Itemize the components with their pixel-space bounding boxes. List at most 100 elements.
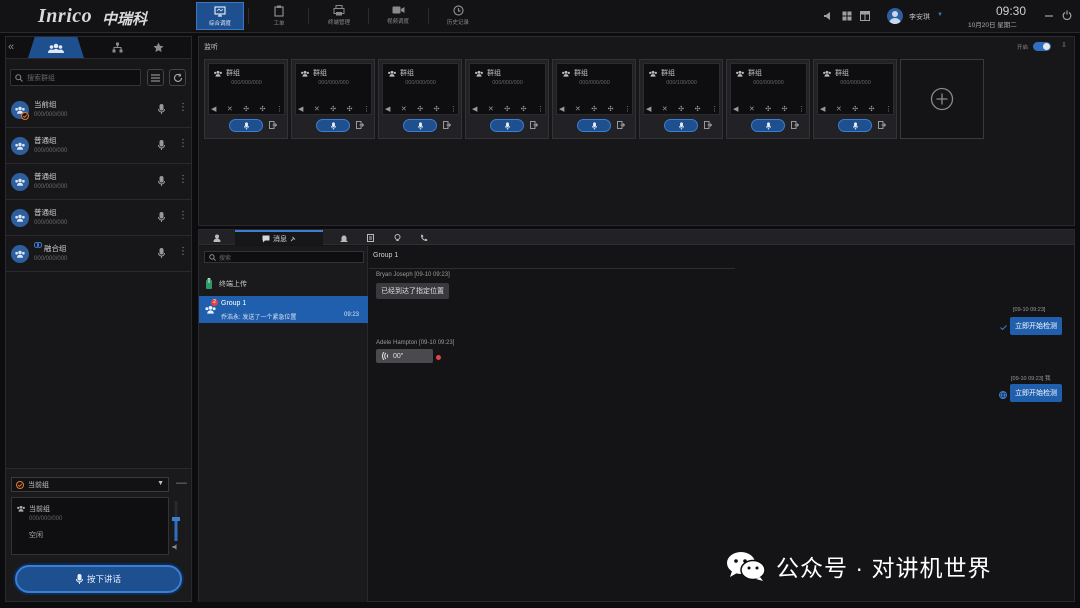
card-talk-button[interactable] — [229, 119, 263, 132]
speaker-mute-icon[interactable]: ◀ — [472, 105, 477, 113]
power-icon[interactable] — [1062, 10, 1072, 20]
layout-icon[interactable] — [860, 11, 870, 21]
message-bubble[interactable]: 已经到达了指定位置 — [376, 283, 449, 299]
nav-tab-history[interactable]: 历史记录 — [434, 2, 482, 30]
nav-tab-workorder[interactable]: 工单 — [255, 2, 303, 30]
move-icon[interactable]: ✣ — [434, 105, 440, 113]
user-avatar[interactable] — [887, 8, 903, 24]
exit-icon[interactable] — [878, 121, 886, 129]
tab-groups[interactable] — [28, 37, 84, 58]
message-bubble[interactable]: 立即开始检测 — [1010, 317, 1062, 335]
more-icon[interactable]: ⋮ — [537, 105, 544, 113]
speaker-mute-icon[interactable]: ◀ — [646, 105, 651, 113]
push-to-talk-button[interactable]: 按下讲话 — [15, 565, 182, 593]
move-icon[interactable]: ✣ — [695, 105, 701, 113]
speaker-mute-icon[interactable]: ◀ — [385, 105, 390, 113]
more-icon[interactable]: ⋮ — [798, 105, 805, 113]
move-icon[interactable]: ✣ — [678, 105, 684, 113]
username[interactable]: 李安琪 — [909, 12, 930, 22]
mute-icon[interactable]: ✕ — [314, 105, 320, 113]
tab-messages[interactable]: 消息 — [235, 230, 323, 245]
card-talk-button[interactable] — [664, 119, 698, 132]
more-icon[interactable]: ⋮ — [363, 105, 370, 113]
speaker-mute-icon[interactable]: ◀ — [820, 105, 825, 113]
more-icon[interactable]: ⋮ — [276, 105, 283, 113]
more-icon[interactable]: ⋮ — [711, 105, 718, 113]
microphone-icon[interactable] — [158, 248, 165, 258]
message-bubble[interactable]: 立即开始检测 — [1010, 384, 1062, 402]
monitor-card[interactable]: 群组 000/000/000 ◀ ✕ ✣ ✣ ⋮ — [378, 59, 462, 139]
move-icon[interactable]: ✣ — [330, 105, 336, 113]
move-icon[interactable]: ✣ — [521, 105, 527, 113]
card-talk-button[interactable] — [577, 119, 611, 132]
more-icon[interactable]: ⋮ — [178, 247, 188, 257]
microphone-icon[interactable] — [158, 212, 165, 222]
move-icon[interactable]: ✣ — [852, 105, 858, 113]
group-item-normal-2[interactable]: 普通组 000/000/000 ⋮ — [6, 164, 191, 200]
card-talk-button[interactable] — [316, 119, 350, 132]
move-icon[interactable]: ✣ — [243, 105, 249, 113]
move-icon[interactable]: ✣ — [765, 105, 771, 113]
exit-icon[interactable] — [704, 121, 712, 129]
monitor-card[interactable]: 群组 000/000/000 ◀ ✕ ✣ ✣ ⋮ — [813, 59, 897, 139]
move-icon[interactable]: ✣ — [417, 105, 423, 113]
minimize-icon[interactable] — [1045, 12, 1053, 20]
exit-icon[interactable] — [356, 121, 364, 129]
monitor-card[interactable]: 群组 000/000/000 ◀ ✕ ✣ ✣ ⋮ — [204, 59, 288, 139]
more-icon[interactable]: ⋮ — [885, 105, 892, 113]
mute-icon[interactable]: ✕ — [488, 105, 494, 113]
mute-icon[interactable]: ✕ — [401, 105, 407, 113]
exit-icon[interactable] — [791, 121, 799, 129]
volume-slider[interactable] — [171, 499, 181, 553]
microphone-icon[interactable] — [158, 104, 165, 114]
tab-calls[interactable] — [417, 230, 431, 245]
mute-icon[interactable]: ✕ — [227, 105, 233, 113]
tab-notes[interactable] — [363, 230, 377, 245]
move-icon[interactable]: ✣ — [608, 105, 614, 113]
group-search-input[interactable]: 搜索群组 — [10, 69, 141, 86]
mute-icon[interactable]: ✕ — [575, 105, 581, 113]
conversation-group-1[interactable]: 2 Group 1 乔浩永: 发送了一个紧急位置 09:23 — [199, 296, 368, 323]
monitor-toggle[interactable] — [1033, 42, 1051, 51]
card-talk-button[interactable] — [751, 119, 785, 132]
ptt-group-select[interactable]: 当前组 ▼ — [11, 477, 169, 492]
move-icon[interactable]: ✣ — [591, 105, 597, 113]
chevron-down-icon[interactable]: ▼ — [937, 12, 943, 18]
card-talk-button[interactable] — [403, 119, 437, 132]
more-icon[interactable]: ⋮ — [178, 139, 188, 149]
move-icon[interactable]: ✣ — [504, 105, 510, 113]
nav-tab-video[interactable]: 视频调度 — [374, 2, 422, 30]
move-icon[interactable]: ✣ — [782, 105, 788, 113]
nav-tab-dispatch[interactable]: 综合调度 — [196, 2, 244, 30]
microphone-icon[interactable] — [158, 140, 165, 150]
collapse-ptt-icon[interactable]: — — [176, 477, 187, 489]
terminal-upload-item[interactable]: 终端上传 — [205, 278, 247, 289]
mute-icon[interactable]: ✕ — [749, 105, 755, 113]
move-icon[interactable]: ✣ — [260, 105, 266, 113]
refresh-button[interactable] — [169, 69, 186, 86]
nav-tab-terminal[interactable]: 终端管理 — [315, 2, 363, 30]
speaker-mute-icon[interactable]: ◀ — [559, 105, 564, 113]
grid-icon[interactable] — [842, 11, 852, 21]
card-talk-button[interactable] — [838, 119, 872, 132]
group-item-normal-1[interactable]: 普通组 000/000/000 ⋮ — [6, 128, 191, 164]
monitor-card[interactable]: 群组 000/000/000 ◀ ✕ ✣ ✣ ⋮ — [291, 59, 375, 139]
exit-icon[interactable] — [530, 121, 538, 129]
move-icon[interactable]: ✣ — [347, 105, 353, 113]
pin-icon[interactable]: ⇩ — [1061, 41, 1067, 49]
exit-icon[interactable] — [269, 121, 277, 129]
exit-icon[interactable] — [443, 121, 451, 129]
speaker-mute-icon[interactable]: ◀ — [733, 105, 738, 113]
org-tree-icon[interactable] — [112, 42, 123, 53]
monitor-card[interactable]: 群组 000/000/000 ◀ ✕ ✣ ✣ ⋮ — [726, 59, 810, 139]
group-item-fusion[interactable]: 融合组 000/000/000 ⋮ — [6, 236, 191, 272]
voice-message[interactable]: 00" — [376, 349, 433, 363]
speaker-mute-icon[interactable]: ◀ — [211, 105, 216, 113]
mute-icon[interactable]: ✕ — [662, 105, 668, 113]
tab-location[interactable] — [390, 230, 404, 245]
more-icon[interactable]: ⋮ — [624, 105, 631, 113]
microphone-icon[interactable] — [158, 176, 165, 186]
monitor-card[interactable]: 群组 000/000/000 ◀ ✕ ✣ ✣ ⋮ — [465, 59, 549, 139]
more-icon[interactable]: ⋮ — [178, 175, 188, 185]
more-icon[interactable]: ⋮ — [178, 103, 188, 113]
